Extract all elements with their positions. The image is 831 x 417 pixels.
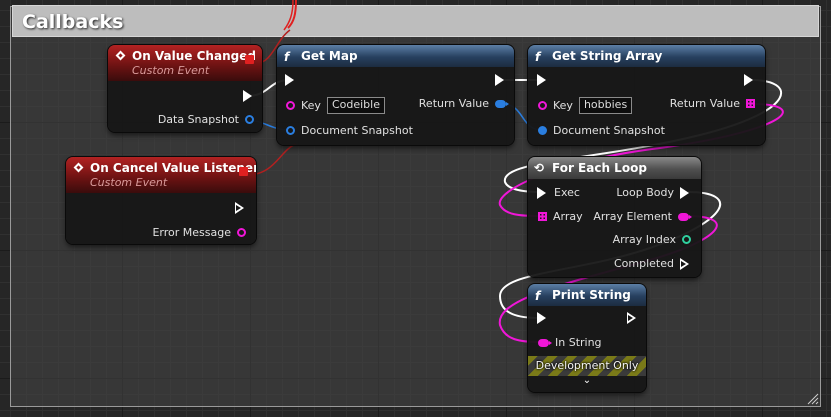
node-title: Get Map (301, 49, 358, 63)
pin-label: Exec (554, 186, 580, 199)
string-pin-icon (237, 228, 246, 237)
exec-out-pin[interactable] (235, 202, 246, 214)
node-on-value-changed[interactable]: On Value Changed Custom Event Data Snaps… (108, 45, 262, 132)
node-header[interactable]: ⟲ For Each Loop (528, 157, 701, 179)
string-pin-icon (286, 101, 295, 110)
node-get-map[interactable]: f Get Map Key Codeible Return Value Docu… (277, 45, 514, 145)
pin-label: Data Snapshot (157, 113, 239, 126)
function-icon: f (535, 50, 541, 64)
pin-array[interactable]: Array (538, 210, 583, 223)
node-header[interactable]: f Get Map (277, 45, 514, 67)
exec-arrow-icon (495, 74, 506, 86)
key-value-input[interactable]: Codeible (326, 97, 385, 114)
pin-label: Completed (614, 257, 674, 270)
exec-arrow-icon (243, 90, 254, 102)
pin-document-snapshot[interactable]: Document Snapshot (286, 124, 413, 137)
exec-arrow-icon (537, 186, 548, 199)
object-pin-icon (538, 126, 547, 135)
node-header[interactable]: On Cancel Value Listener Custom Event (66, 157, 256, 193)
pin-array-element[interactable]: Array Element (593, 210, 692, 223)
node-get-string-array[interactable]: f Get String Array Key hobbies Return Va… (528, 45, 765, 145)
string-array-pin-icon (538, 212, 547, 221)
event-diamond-icon (115, 50, 126, 61)
pin-document-snapshot[interactable]: Document Snapshot (538, 124, 665, 137)
pin-label: In String (555, 336, 602, 349)
exec-in-pin[interactable] (537, 74, 548, 86)
pin-label: Array Element (593, 210, 672, 223)
event-diamond-icon (73, 162, 84, 173)
function-icon: f (284, 50, 290, 64)
string-pin-icon (538, 338, 552, 347)
pin-label: Document Snapshot (301, 124, 413, 137)
exec-out-pin[interactable] (627, 312, 638, 324)
integer-pin-icon (682, 235, 691, 244)
pin-key[interactable]: Key Codeible (286, 97, 385, 114)
pin-label: Key (553, 99, 573, 112)
object-pin-icon (495, 99, 509, 108)
exec-arrow-icon (680, 186, 691, 199)
development-only-label: Development Only (535, 359, 639, 372)
resize-grip-icon[interactable] (807, 393, 819, 405)
exec-arrow-icon (680, 257, 691, 270)
exec-out-pin[interactable] (744, 74, 755, 86)
string-pin-icon (538, 101, 547, 110)
node-header[interactable]: f Print String (528, 284, 646, 306)
node-title: On Value Changed (132, 49, 256, 63)
exec-in-pin[interactable] (285, 74, 296, 86)
exec-arrow-icon (537, 312, 548, 324)
node-title: Get String Array (552, 49, 663, 63)
string-array-pin-icon (746, 99, 755, 108)
pin-completed[interactable]: Completed (614, 257, 691, 270)
exec-arrow-icon (235, 202, 246, 214)
pin-label: Array (553, 210, 583, 223)
object-pin-icon (245, 115, 254, 124)
object-pin-icon (286, 126, 295, 135)
pin-return-value[interactable]: Return Value (418, 97, 509, 110)
pin-label: Return Value (418, 97, 489, 110)
node-header[interactable]: On Value Changed Custom Event (108, 45, 262, 81)
node-for-each-loop[interactable]: ⟲ For Each Loop Exec Loop Body Array Arr… (528, 157, 701, 277)
node-title: For Each Loop (552, 161, 647, 175)
node-on-cancel-value-listener[interactable]: On Cancel Value Listener Custom Event Er… (66, 157, 256, 244)
exec-arrow-icon (744, 74, 755, 86)
node-subtitle: Custom Event (132, 64, 210, 77)
pin-data-snapshot[interactable]: Data Snapshot (158, 113, 254, 126)
event-delegate-pin[interactable] (239, 167, 248, 176)
wire-delegate-top-2 (283, 0, 294, 31)
loop-icon: ⟲ (534, 161, 545, 175)
pin-array-index[interactable]: Array Index (613, 233, 691, 246)
exec-arrow-icon (537, 74, 548, 86)
pin-label: Key (301, 99, 321, 112)
exec-out-pin[interactable] (243, 90, 254, 102)
node-subtitle: Custom Event (90, 176, 168, 189)
node-header[interactable]: f Get String Array (528, 45, 765, 67)
pin-label: Return Value (669, 97, 740, 110)
pin-in-string[interactable]: In String (538, 336, 602, 349)
exec-out-pin[interactable] (495, 74, 506, 86)
exec-in-pin[interactable] (537, 312, 548, 324)
string-pin-icon (678, 212, 692, 221)
pin-label: Loop Body (616, 186, 674, 199)
node-title: On Cancel Value Listener (90, 161, 256, 175)
pin-label: Document Snapshot (553, 124, 665, 137)
event-delegate-pin[interactable] (245, 55, 254, 64)
pin-label: Error Message (152, 226, 231, 239)
key-value-input[interactable]: hobbies (578, 97, 633, 114)
pin-key[interactable]: Key hobbies (538, 97, 633, 114)
node-print-string[interactable]: f Print String In String Development Onl… (528, 284, 646, 392)
pin-error-message[interactable]: Error Message (152, 226, 246, 239)
pin-return-value[interactable]: Return Value (670, 97, 755, 110)
function-icon: f (535, 289, 541, 303)
pin-loop-body[interactable]: Loop Body (616, 186, 691, 199)
expand-chevron-icon[interactable]: ⌄ (528, 375, 646, 386)
exec-arrow-icon (627, 312, 638, 324)
pin-label: Array Index (612, 233, 676, 246)
pin-exec[interactable]: Exec (537, 186, 580, 199)
exec-arrow-icon (285, 74, 296, 86)
node-title: Print String (552, 288, 631, 302)
